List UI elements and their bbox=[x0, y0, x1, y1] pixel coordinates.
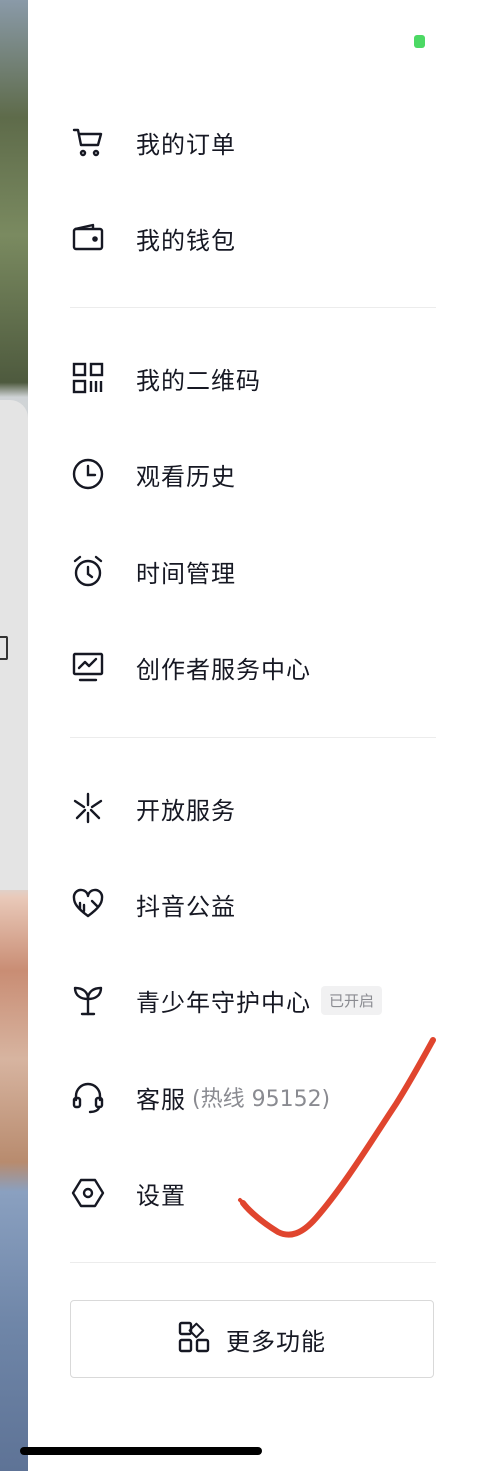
menu-item-customer-service[interactable]: 客服 (热线 95152) bbox=[70, 1067, 430, 1127]
menu-item-wallet[interactable]: 我的钱包 bbox=[70, 208, 430, 268]
menu-item-label: 抖音公益 bbox=[136, 892, 236, 921]
menu-item-label: 我的订单 bbox=[136, 130, 236, 159]
menu-item-label: 我的钱包 bbox=[136, 226, 236, 255]
qrcode-icon bbox=[70, 360, 106, 396]
menu-item-label: 时间管理 bbox=[136, 559, 236, 588]
hotline-text: (热线 95152) bbox=[192, 1087, 331, 1112]
divider bbox=[70, 737, 436, 738]
background-bookmark-icon bbox=[0, 636, 8, 660]
menu-item-label: 客服 bbox=[136, 1085, 186, 1114]
asterisk-icon bbox=[70, 790, 106, 826]
cart-icon bbox=[70, 124, 106, 160]
wallet-icon bbox=[70, 220, 106, 256]
more-features-label: 更多功能 bbox=[226, 1327, 326, 1356]
menu-item-charity[interactable]: 抖音公益 bbox=[70, 874, 430, 934]
menu-item-qrcode[interactable]: 我的二维码 bbox=[70, 348, 430, 408]
menu-item-youth-guard[interactable]: 青少年守护中心 已开启 bbox=[70, 970, 430, 1030]
status-badge: 已开启 bbox=[321, 985, 383, 1015]
menu-item-label: 创作者服务中心 bbox=[136, 655, 311, 684]
monitor-chart-icon bbox=[70, 649, 106, 685]
menu-item-label: 青少年守护中心 bbox=[136, 988, 311, 1017]
menu-item-orders[interactable]: 我的订单 bbox=[70, 112, 430, 172]
home-indicator[interactable] bbox=[20, 1447, 262, 1455]
menu-item-label: 观看历史 bbox=[136, 462, 236, 491]
more-features-button[interactable]: 更多功能 bbox=[70, 1300, 434, 1378]
menu-item-history[interactable]: 观看历史 bbox=[70, 444, 430, 504]
alarm-icon bbox=[70, 553, 106, 589]
menu-item-label: 我的二维码 bbox=[136, 366, 261, 395]
divider bbox=[70, 307, 436, 308]
background-video-strip[interactable] bbox=[0, 0, 28, 1471]
heart-icon bbox=[70, 886, 106, 922]
settings-hexagon-icon bbox=[70, 1175, 106, 1211]
menu-item-time-management[interactable]: 时间管理 bbox=[70, 541, 430, 601]
menu-item-label: 设置 bbox=[136, 1181, 186, 1210]
clock-icon bbox=[70, 456, 106, 492]
headset-icon bbox=[70, 1079, 106, 1115]
menu-item-creator-center[interactable]: 创作者服务中心 bbox=[70, 637, 430, 697]
side-drawer: 我的订单 我的钱包 我的二维码 观看历史 时间管理 创作者服务中心 开放服务 抖… bbox=[28, 0, 480, 1471]
grid-shapes-icon bbox=[178, 1321, 226, 1357]
sprout-icon bbox=[70, 982, 106, 1018]
battery-indicator-icon bbox=[414, 35, 425, 48]
menu-item-label: 开放服务 bbox=[136, 796, 236, 825]
menu-item-settings[interactable]: 设置 bbox=[70, 1163, 430, 1223]
divider bbox=[70, 1262, 436, 1263]
menu-item-open-services[interactable]: 开放服务 bbox=[70, 778, 430, 838]
